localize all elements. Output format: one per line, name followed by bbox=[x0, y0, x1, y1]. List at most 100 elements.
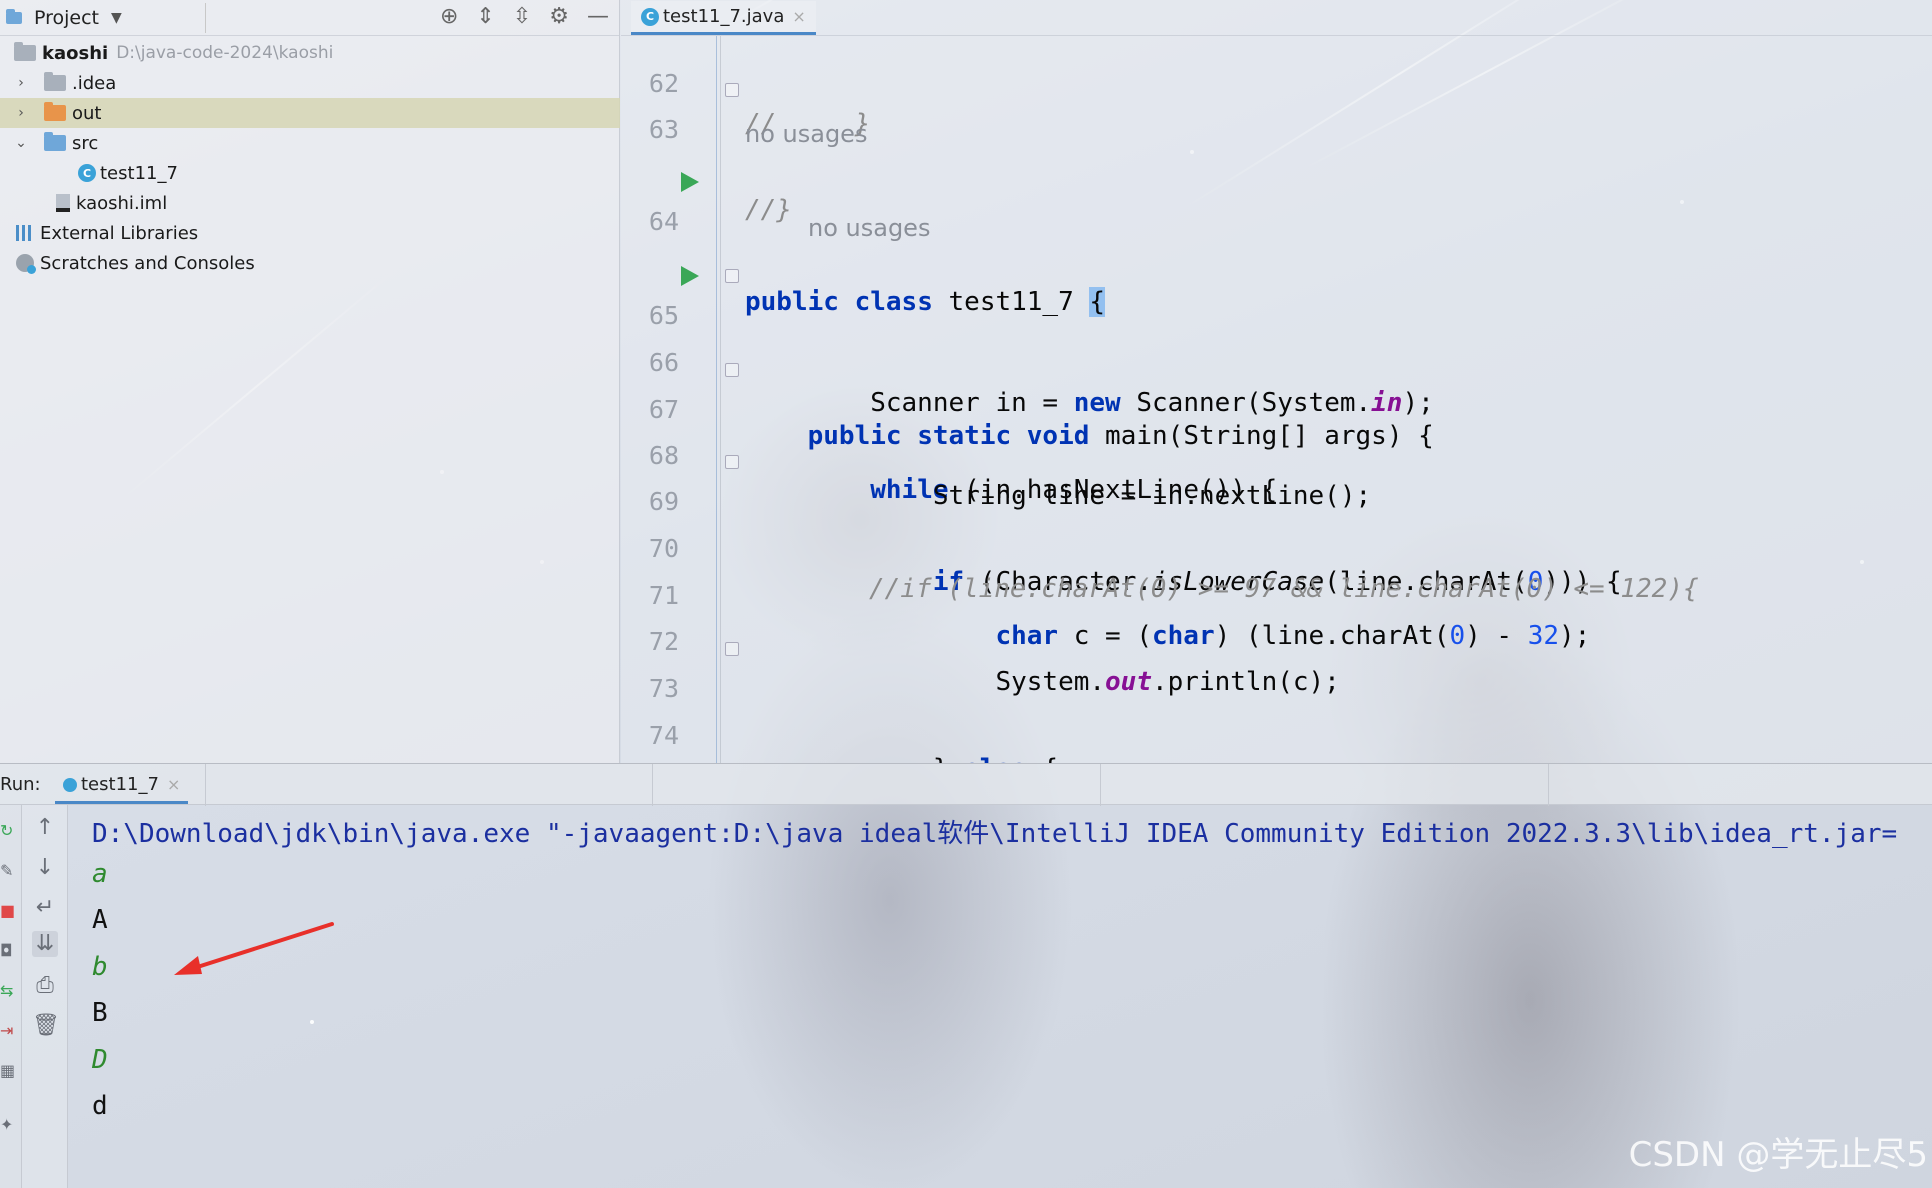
source-folder-icon bbox=[44, 132, 66, 151]
stop-icon[interactable]: ■ bbox=[0, 901, 16, 921]
wrench-icon[interactable]: ✎ bbox=[0, 861, 16, 881]
watermark: CSDN @学无止尽5 bbox=[1628, 1135, 1928, 1175]
fold-icon[interactable] bbox=[725, 363, 739, 377]
gear-icon[interactable]: ⚙ bbox=[549, 4, 569, 29]
tree-item-label: kaoshi.iml bbox=[76, 192, 168, 214]
code-line-63: 63 //} bbox=[621, 70, 1932, 225]
code-area[interactable]: 62 // } 63 //} no usages 64 public class… bbox=[621, 36, 1932, 763]
locate-file-icon[interactable]: ⊕ bbox=[440, 4, 458, 29]
tree-item-test11-7[interactable]: C test11_7 bbox=[0, 158, 620, 188]
code-line-64: 64 public class test11_7 { bbox=[621, 162, 1932, 317]
code-line-71: 71 char c = (char) (line.charAt(0) - 32)… bbox=[621, 536, 1932, 651]
usage-hint[interactable]: no usages bbox=[745, 120, 867, 148]
console-output-line: B bbox=[92, 998, 108, 1028]
run-config-icon bbox=[63, 777, 77, 792]
camera-icon[interactable]: ◘ bbox=[0, 941, 16, 961]
header-divider bbox=[1548, 764, 1549, 806]
code-line-66: 66 Scanner in = new Scanner(System.in); bbox=[621, 303, 1932, 418]
close-icon[interactable]: × bbox=[167, 775, 180, 794]
console-command-line: D:\Download\jdk\bin\java.exe "-javaagent… bbox=[92, 819, 1898, 849]
minimize-icon[interactable]: — bbox=[587, 4, 609, 29]
usage-hint[interactable]: no usages bbox=[808, 214, 930, 242]
console-output-line: A bbox=[92, 905, 108, 935]
code-line-67: 67 while (in.hasNextLine()) { bbox=[621, 350, 1932, 505]
header-divider bbox=[205, 764, 206, 806]
tree-item-src[interactable]: ⌄ src bbox=[0, 128, 620, 158]
run-tab-label: test11_7 bbox=[81, 774, 159, 795]
rerun-icon[interactable]: ↻ bbox=[0, 821, 16, 841]
run-panel-header: Run: test11_7 × bbox=[0, 763, 1932, 806]
tree-item-external-libraries[interactable]: External Libraries bbox=[0, 218, 620, 248]
fold-icon[interactable] bbox=[725, 642, 739, 656]
pin-icon[interactable]: ✦ bbox=[0, 1115, 16, 1135]
code-line-70: 70 //if (line.charAt(0) >= 97 && line.ch… bbox=[621, 489, 1932, 604]
code-line-73: 73 } else { bbox=[621, 629, 1932, 763]
fold-icon[interactable] bbox=[725, 83, 739, 97]
header-divider bbox=[1100, 764, 1101, 806]
module-path: D:\java-code-2024\kaoshi bbox=[116, 43, 334, 63]
code-line-68: 68 String line = in.nextLine(); bbox=[621, 396, 1932, 511]
tree-item-kaoshi[interactable]: kaoshi D:\java-code-2024\kaoshi bbox=[0, 38, 620, 68]
exit-icon[interactable]: ⇥ bbox=[0, 1021, 16, 1041]
chevron-right-icon[interactable]: › bbox=[12, 105, 30, 121]
code-line-72: 72 System.out.println(c); bbox=[621, 582, 1932, 697]
tree-item-kaoshi-iml[interactable]: kaoshi.iml bbox=[0, 188, 620, 218]
java-class-icon: C bbox=[641, 7, 659, 26]
run-left-toolbar: ↻ ✎ ■ ◘ ⇆ ⇥ ▦ ✦ bbox=[0, 805, 22, 1188]
run-tab-test11-7[interactable]: test11_7 × bbox=[55, 768, 189, 804]
tree-item-label: test11_7 bbox=[100, 162, 178, 184]
soft-wrap-icon[interactable]: ↵ bbox=[32, 895, 58, 921]
tab-test11-7-java[interactable]: C test11_7.java × bbox=[631, 1, 816, 35]
fold-icon[interactable] bbox=[725, 269, 739, 283]
console-input-line: D bbox=[92, 1045, 108, 1075]
iml-file-icon bbox=[56, 194, 70, 212]
header-divider bbox=[205, 3, 206, 33]
tree-item-label: out bbox=[72, 102, 102, 124]
run-gutter-icon[interactable] bbox=[681, 266, 699, 286]
tree-item-scratches[interactable]: Scratches and Consoles bbox=[0, 248, 620, 278]
console-input-line: a bbox=[92, 859, 108, 889]
arrow-down-icon[interactable]: ↓ bbox=[32, 855, 58, 881]
print-icon[interactable]: ⎙ bbox=[32, 973, 58, 999]
code-line-62: 62 // } bbox=[621, 36, 1932, 139]
tree-item-label: src bbox=[72, 132, 99, 154]
arrow-up-icon[interactable]: ↑ bbox=[32, 815, 58, 841]
annotation-arrow bbox=[174, 922, 334, 975]
header-divider bbox=[652, 764, 653, 806]
folder-icon bbox=[44, 72, 66, 91]
chevron-right-icon[interactable]: › bbox=[12, 75, 30, 91]
code-line-69: 69 if (Character.isLowerCase(line.charAt… bbox=[621, 442, 1932, 597]
run-gutter-icon[interactable] bbox=[681, 172, 699, 192]
trash-icon[interactable]: 🗑 bbox=[32, 1013, 60, 1039]
project-view-icon bbox=[6, 8, 22, 24]
project-title[interactable]: Project bbox=[34, 7, 99, 29]
tree-item-label: kaoshi bbox=[42, 42, 109, 64]
fold-icon[interactable] bbox=[725, 455, 739, 469]
console-output-line: d bbox=[92, 1091, 108, 1121]
tree-item-label: Scratches and Consoles bbox=[40, 252, 255, 274]
tree-item-out[interactable]: › out bbox=[0, 98, 620, 128]
close-icon[interactable]: × bbox=[792, 7, 805, 26]
scratches-icon bbox=[16, 254, 36, 274]
layout-icon[interactable]: ▦ bbox=[0, 1061, 16, 1081]
project-tool-window: Project ▼ ⊕ ⇕ ⇳ ⚙ — kaoshi D:\java-code-… bbox=[0, 0, 620, 763]
scroll-to-end-icon[interactable]: ⇊ bbox=[32, 931, 58, 957]
tree-item-label: .idea bbox=[72, 72, 117, 94]
line-number: 63 bbox=[648, 115, 679, 144]
chevron-down-icon[interactable]: ▼ bbox=[111, 10, 122, 26]
chevron-down-icon[interactable]: ⌄ bbox=[12, 135, 30, 151]
collapse-all-icon[interactable]: ⇳ bbox=[513, 4, 531, 29]
restore-layout-icon[interactable]: ⇆ bbox=[0, 981, 16, 1001]
code-editor: C test11_7.java × 62 // } 63 //} no usag… bbox=[621, 0, 1932, 763]
code-line-65: 65 public static void main(String[] args… bbox=[621, 256, 1932, 451]
expand-all-icon[interactable]: ⇕ bbox=[476, 4, 494, 29]
folder-icon bbox=[44, 102, 66, 121]
console-input-line: b bbox=[92, 952, 108, 982]
tree-item-label: External Libraries bbox=[40, 222, 199, 244]
tree-item-idea[interactable]: › .idea bbox=[0, 68, 620, 98]
project-header-toolbar: ⊕ ⇕ ⇳ ⚙ — bbox=[440, 4, 609, 29]
library-icon bbox=[16, 225, 34, 241]
line-number: 64 bbox=[648, 207, 679, 236]
java-class-icon: C bbox=[78, 164, 96, 182]
project-header: Project ▼ ⊕ ⇕ ⇳ ⚙ — bbox=[0, 0, 619, 36]
